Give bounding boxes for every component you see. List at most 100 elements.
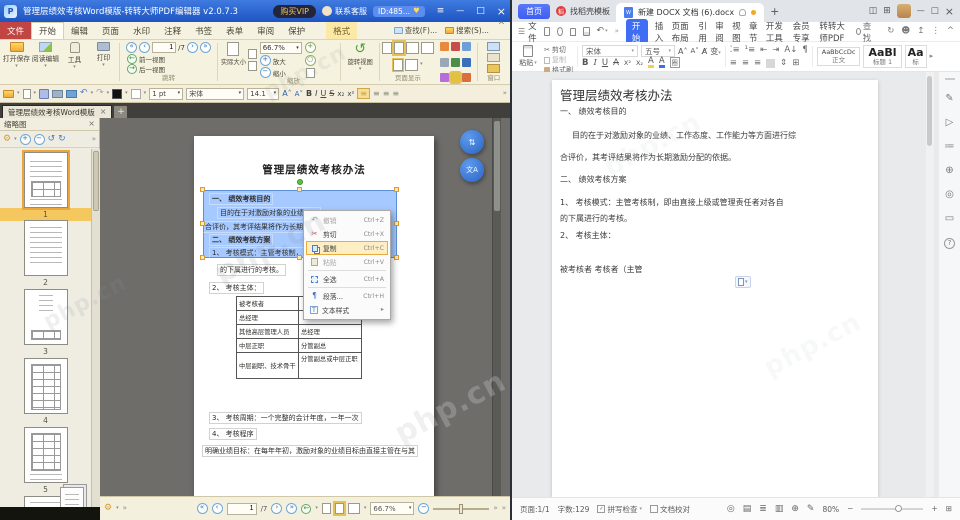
wps-tab-layout[interactable]: 页面布局 — [672, 20, 692, 44]
zoom-level[interactable]: 80% — [822, 505, 839, 514]
user-avatar[interactable] — [897, 4, 911, 18]
next-view-icon[interactable]: → — [127, 64, 137, 74]
align-center-button[interactable]: ≡ — [742, 58, 749, 68]
menu-format-context-tab[interactable]: 格式 — [326, 22, 357, 39]
pen-annotate-icon[interactable]: ✎ — [945, 94, 953, 104]
collaborate-icon[interactable]: ☻ — [901, 27, 910, 36]
new-window-icon[interactable] — [487, 42, 500, 51]
line-spacing-button[interactable]: ⇕ — [780, 58, 787, 68]
marquee-zoom-in-icon[interactable]: + — [305, 42, 316, 53]
status-prev-view-icon[interactable]: ← — [301, 504, 311, 514]
panel-scrollbar[interactable] — [91, 149, 100, 507]
float-prev-next-button[interactable]: ⇅ — [460, 130, 484, 154]
context-menu-copy[interactable]: 复制Ctrl+C — [306, 241, 388, 255]
find-button[interactable]: 查找 — [856, 20, 874, 44]
shading-button[interactable] — [766, 59, 775, 68]
bold-button[interactable]: B — [582, 58, 588, 68]
fit-width-icon[interactable] — [248, 61, 257, 71]
next-page-icon[interactable]: › — [187, 42, 198, 53]
menu-form[interactable]: 表单 — [219, 22, 250, 39]
web-view-icon[interactable]: ▥ — [775, 505, 784, 514]
palette-icon[interactable] — [462, 73, 471, 82]
align-justify-button[interactable]: ≡ — [392, 89, 399, 98]
menu-review[interactable]: 审阅 — [250, 22, 281, 39]
font-color-button[interactable]: A — [659, 57, 665, 68]
quick-print-icon[interactable] — [66, 90, 77, 98]
fill-color-swatch[interactable] — [112, 89, 122, 99]
quick-save-icon[interactable] — [544, 27, 550, 36]
quick-export-icon[interactable] — [557, 27, 563, 36]
paste-button[interactable]: 粘贴▾ — [516, 44, 540, 69]
ai-helper-icon[interactable]: ◎ — [945, 190, 954, 200]
strike-button[interactable]: A — [613, 58, 619, 68]
wps-tab-view[interactable]: 视图 — [732, 20, 742, 44]
strikethrough-button[interactable]: S — [329, 89, 334, 98]
tab-close-icon[interactable]: × — [100, 108, 107, 116]
redo-icon[interactable]: ↷ — [96, 89, 104, 98]
share-icon[interactable]: ↥ — [917, 27, 924, 36]
last-page-icon[interactable]: » — [200, 42, 211, 53]
wps-tab-devtools[interactable]: 开发工具 — [766, 20, 786, 44]
formatbar-more-icon[interactable]: » — [503, 90, 507, 97]
crop-icon[interactable] — [451, 42, 460, 51]
thumbnail-page-5[interactable]: 5 — [0, 427, 91, 496]
thumb-zoom-in-icon[interactable]: + — [20, 134, 31, 145]
docer-tab[interactable]: 稻 找稻壳模板 — [556, 6, 610, 17]
zoom-out-icon[interactable]: − — [260, 67, 271, 78]
menu-annotate[interactable]: 注释 — [157, 22, 188, 39]
zoom-slider[interactable] — [433, 508, 489, 510]
sort-button[interactable]: A↓ — [784, 45, 797, 55]
apps-grid-icon[interactable]: ⊞ — [883, 7, 891, 16]
styles-more-icon[interactable]: ▸ — [930, 53, 934, 60]
italic-button[interactable]: I — [315, 89, 317, 98]
status-more-left-icon[interactable]: » — [123, 505, 127, 512]
menu-page[interactable]: 页面 — [95, 22, 126, 39]
contact-support-button[interactable]: 联系客服 — [322, 6, 367, 17]
wps-tab-home[interactable]: 开始 — [626, 19, 648, 45]
loupe-icon[interactable] — [306, 68, 315, 78]
status-page-input[interactable] — [227, 503, 257, 515]
stroke-width-select[interactable]: 1 pt▾ — [149, 88, 183, 100]
status-options-icon[interactable]: ⚙ — [104, 504, 112, 513]
align-left-button[interactable]: ≡ — [730, 58, 737, 68]
new-doc-tab-button[interactable]: + — [770, 6, 779, 17]
file-menu[interactable]: ☰文件 — [518, 20, 537, 44]
font-size-select[interactable]: 14.1▾ — [247, 88, 279, 100]
edit-mode-icon[interactable]: ✎ — [807, 505, 815, 514]
prev-view-label[interactable]: 前一视图 — [139, 54, 165, 64]
cursor-tool-icon[interactable] — [440, 73, 449, 82]
wps-maximize-button[interactable]: □ — [931, 7, 939, 16]
assistant-icon[interactable]: ⊕ — [945, 166, 953, 176]
panel-options-icon[interactable]: ⚙ — [3, 135, 11, 144]
quickbar-more-icon[interactable]: » — [615, 28, 619, 35]
grow-font-button[interactable]: A˄ — [678, 47, 687, 56]
quick-undo-icon[interactable]: ↶▾ — [597, 27, 608, 36]
subscript-button[interactable]: x₂ — [337, 90, 344, 98]
spell-check-button[interactable]: ✓拼写检查▾ — [597, 504, 642, 515]
char-border-button[interactable]: 圈 — [670, 57, 680, 68]
maximize-button[interactable]: □ — [476, 7, 485, 16]
eye-protect-icon[interactable]: ◎ — [727, 505, 735, 514]
print-button[interactable]: 打印▾ — [89, 42, 118, 68]
menu-home[interactable]: 开始 — [31, 22, 64, 39]
indent-button[interactable]: ⇥ — [772, 45, 779, 55]
help-icon[interactable]: ? — [944, 238, 955, 249]
status-first-page-icon[interactable]: « — [197, 503, 208, 514]
scroll-page-icon[interactable] — [393, 59, 403, 71]
find-button[interactable]: 查找(F)... — [390, 22, 441, 39]
cloud-sync-icon[interactable]: ↻ — [887, 27, 894, 36]
ribbon-collapse-icon[interactable]: ^ — [493, 22, 510, 39]
status-fit-page-icon[interactable] — [335, 503, 344, 514]
single-page-fit-icon[interactable] — [394, 42, 404, 54]
font-size-select[interactable]: 五号▾ — [641, 45, 675, 57]
menu-protect[interactable]: 保护 — [281, 22, 312, 39]
paste-options-button[interactable]: ▾ — [735, 276, 751, 288]
underline-button[interactable]: U — [602, 58, 608, 68]
float-translate-button[interactable]: 文A — [460, 158, 484, 182]
save-icon[interactable] — [39, 89, 49, 99]
number-list-button[interactable]: ¹≡ — [745, 45, 756, 55]
measure-icon[interactable] — [451, 58, 460, 67]
print-icon[interactable] — [52, 90, 63, 98]
highlight-button[interactable]: A — [648, 57, 654, 68]
context-menu-paste[interactable]: 粘贴Ctrl+V — [306, 255, 388, 269]
